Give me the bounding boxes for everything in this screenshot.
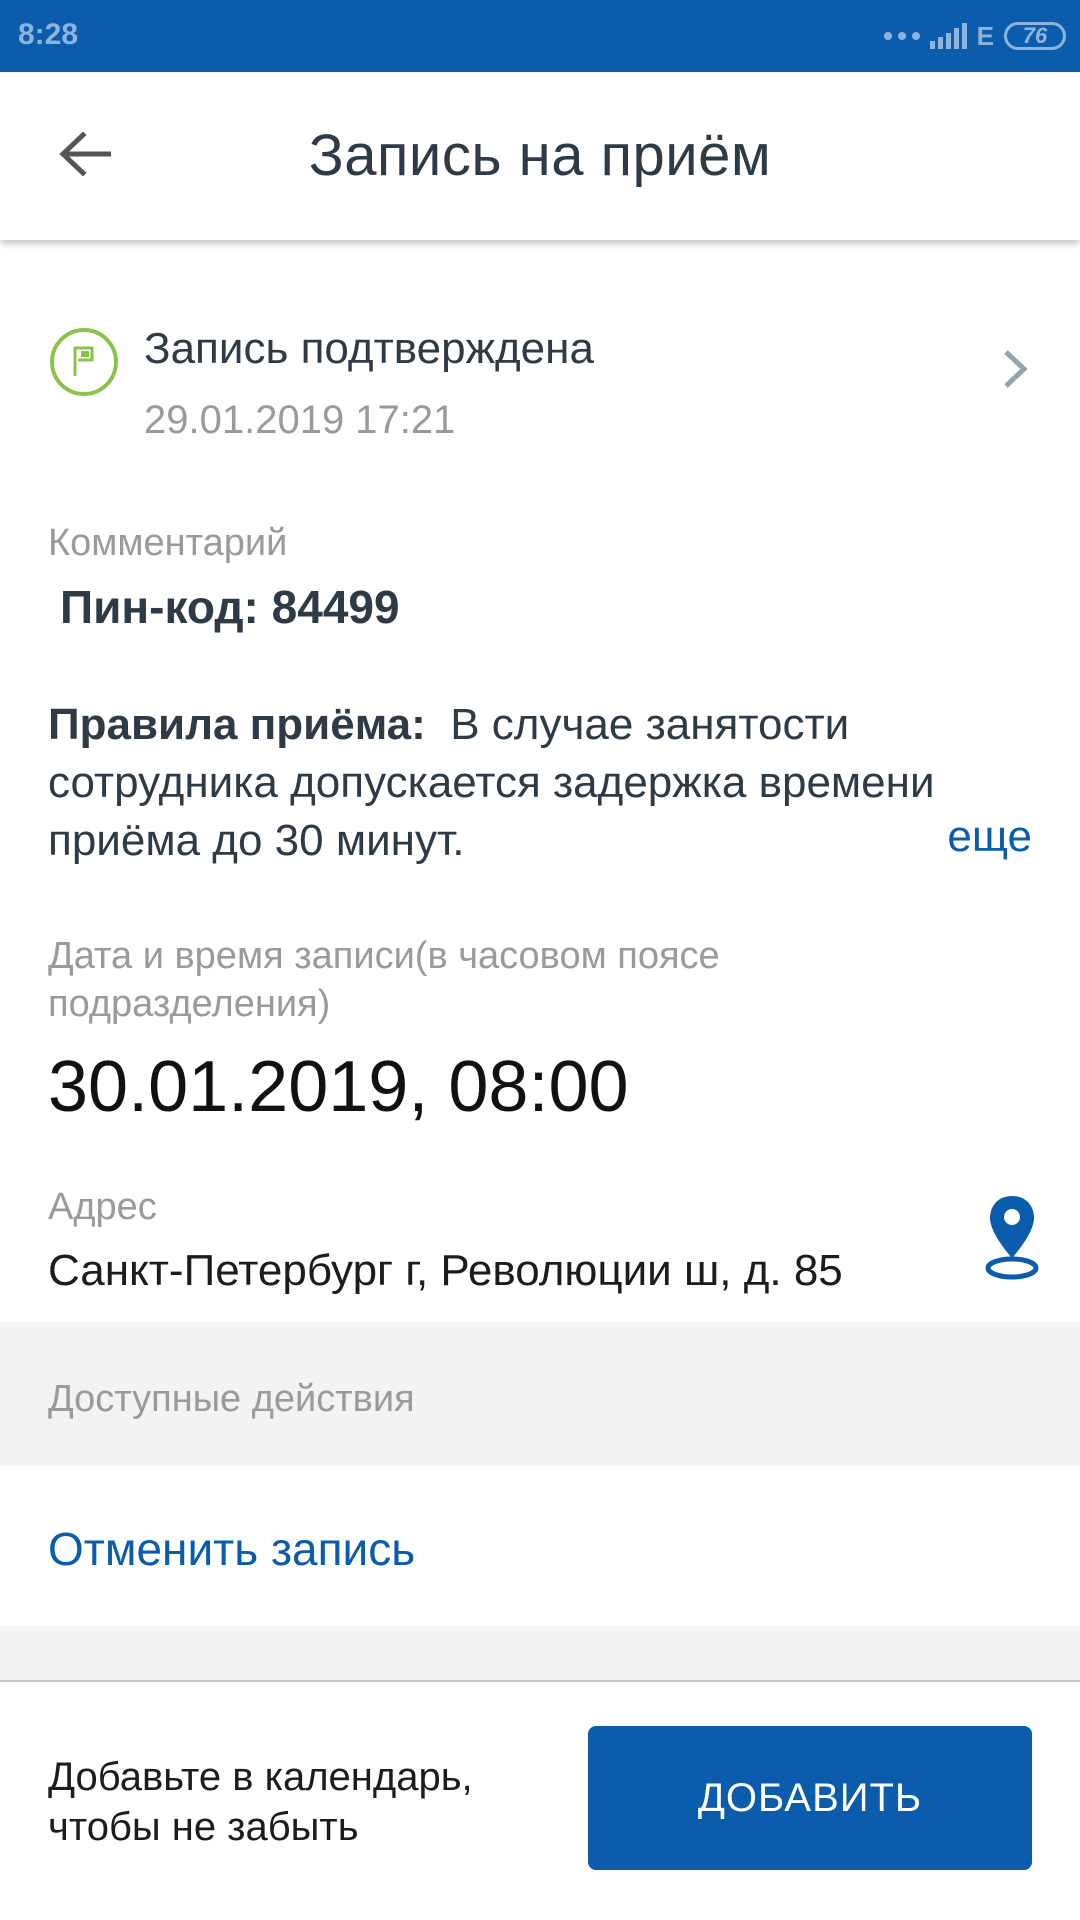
- datetime-value: 30.01.2019, 08:00: [48, 1047, 629, 1127]
- status-row[interactable]: Запись подтверждена 29.01.2019 17:21: [0, 300, 1080, 450]
- address-label: Адрес: [48, 1186, 157, 1228]
- status-time: 8:28: [18, 18, 79, 51]
- more-dots-icon: [883, 32, 920, 40]
- app-bar: Запись на приём: [0, 72, 1080, 240]
- add-to-calendar-button[interactable]: ДОБАВИТЬ: [588, 1726, 1032, 1870]
- status-date: 29.01.2019 17:21: [144, 398, 456, 442]
- more-link[interactable]: еще: [947, 812, 1032, 862]
- rules-text: Правила приёма: В случае занятости сотру…: [48, 696, 948, 870]
- section-gap: [0, 1626, 1080, 1680]
- status-bar: 8:28 E 76: [0, 0, 1080, 72]
- battery-icon: 76: [1004, 22, 1066, 50]
- cancel-appointment-button[interactable]: Отменить запись: [48, 1522, 415, 1576]
- signal-icon: [929, 23, 967, 49]
- battery-level: 76: [1022, 23, 1048, 48]
- comment-label: Комментарий: [48, 522, 288, 564]
- chevron-right-icon: [1004, 350, 1028, 388]
- divider: [0, 1680, 1080, 1682]
- address-value: Санкт-Петербург г, Революции ш, д. 85: [48, 1246, 843, 1295]
- map-pin-icon[interactable]: [984, 1192, 1040, 1282]
- actions-header-label: Доступные действия: [48, 1378, 415, 1420]
- calendar-hint: Добавьте в календарь, чтобы не забыть: [48, 1755, 473, 1849]
- status-indicators: E 76: [883, 16, 1066, 56]
- cancel-row: Отменить запись: [0, 1466, 1080, 1626]
- page-title: Запись на приём: [308, 123, 772, 188]
- status-title: Запись подтверждена: [144, 324, 594, 373]
- flag-icon: [50, 328, 118, 396]
- datetime-label: Дата и время записи(в часовом поясе подр…: [48, 935, 720, 1025]
- actions-header: Доступные действия: [0, 1322, 1080, 1466]
- pin-code: Пин-код: 84499: [60, 581, 400, 633]
- rules-title: Правила приёма:: [48, 700, 426, 749]
- network-type: E: [976, 20, 994, 51]
